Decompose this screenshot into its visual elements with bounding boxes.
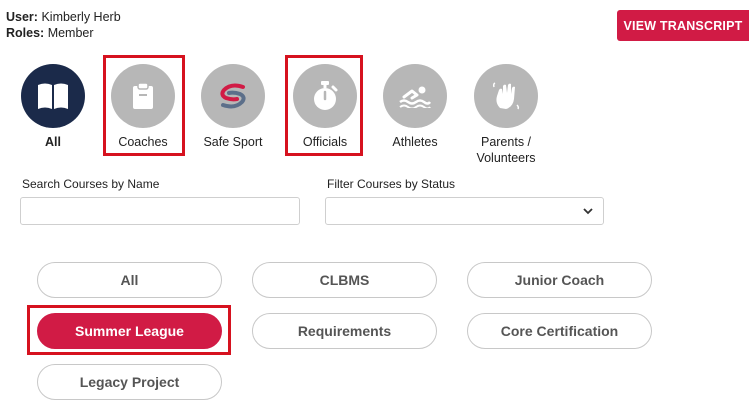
search-label: Search Courses by Name bbox=[22, 177, 160, 191]
clipboard-icon bbox=[111, 64, 175, 128]
waving-hand-icon bbox=[474, 64, 538, 128]
category-parents-volunteers[interactable]: Parents / Volunteers bbox=[471, 64, 541, 166]
category-label: All bbox=[45, 135, 61, 149]
course-group-requirements[interactable]: Requirements bbox=[252, 313, 437, 349]
course-group-clbms[interactable]: CLBMS bbox=[252, 262, 437, 298]
course-group-summer-league[interactable]: Summer League bbox=[37, 313, 222, 349]
user-info: User: Kimberly Herb Roles: Member bbox=[6, 9, 121, 41]
category-label: Athletes bbox=[392, 135, 438, 149]
category-officials[interactable]: Officials bbox=[290, 64, 360, 150]
safe-sport-logo-icon bbox=[201, 64, 265, 128]
swimmer-icon bbox=[383, 64, 447, 128]
chevron-down-icon bbox=[583, 208, 593, 215]
category-coaches[interactable]: Coaches bbox=[108, 64, 178, 150]
roles-label: Roles: bbox=[6, 26, 45, 40]
book-icon bbox=[21, 64, 85, 128]
user-label: User: bbox=[6, 10, 38, 24]
course-group-all[interactable]: All bbox=[37, 262, 222, 298]
category-label: Officials bbox=[302, 135, 348, 149]
category-label: Coaches bbox=[118, 135, 168, 149]
course-group-core-certification[interactable]: Core Certification bbox=[467, 313, 652, 349]
category-label: Safe Sport bbox=[203, 135, 263, 149]
course-group-junior-coach[interactable]: Junior Coach bbox=[467, 262, 652, 298]
filter-label: Filter Courses by Status bbox=[327, 177, 456, 191]
view-transcript-button[interactable]: VIEW TRANSCRIPT bbox=[617, 10, 749, 41]
category-label: Parents / Volunteers bbox=[476, 135, 536, 165]
status-filter-select[interactable] bbox=[325, 197, 604, 225]
user-name: Kimberly Herb bbox=[41, 10, 121, 24]
stopwatch-icon bbox=[293, 64, 357, 128]
category-all[interactable]: All bbox=[18, 64, 88, 150]
category-safe-sport[interactable]: Safe Sport bbox=[198, 64, 268, 150]
search-input[interactable] bbox=[20, 197, 300, 225]
course-group-legacy-project[interactable]: Legacy Project bbox=[37, 364, 222, 400]
category-athletes[interactable]: Athletes bbox=[380, 64, 450, 150]
roles-value: Member bbox=[47, 26, 94, 40]
